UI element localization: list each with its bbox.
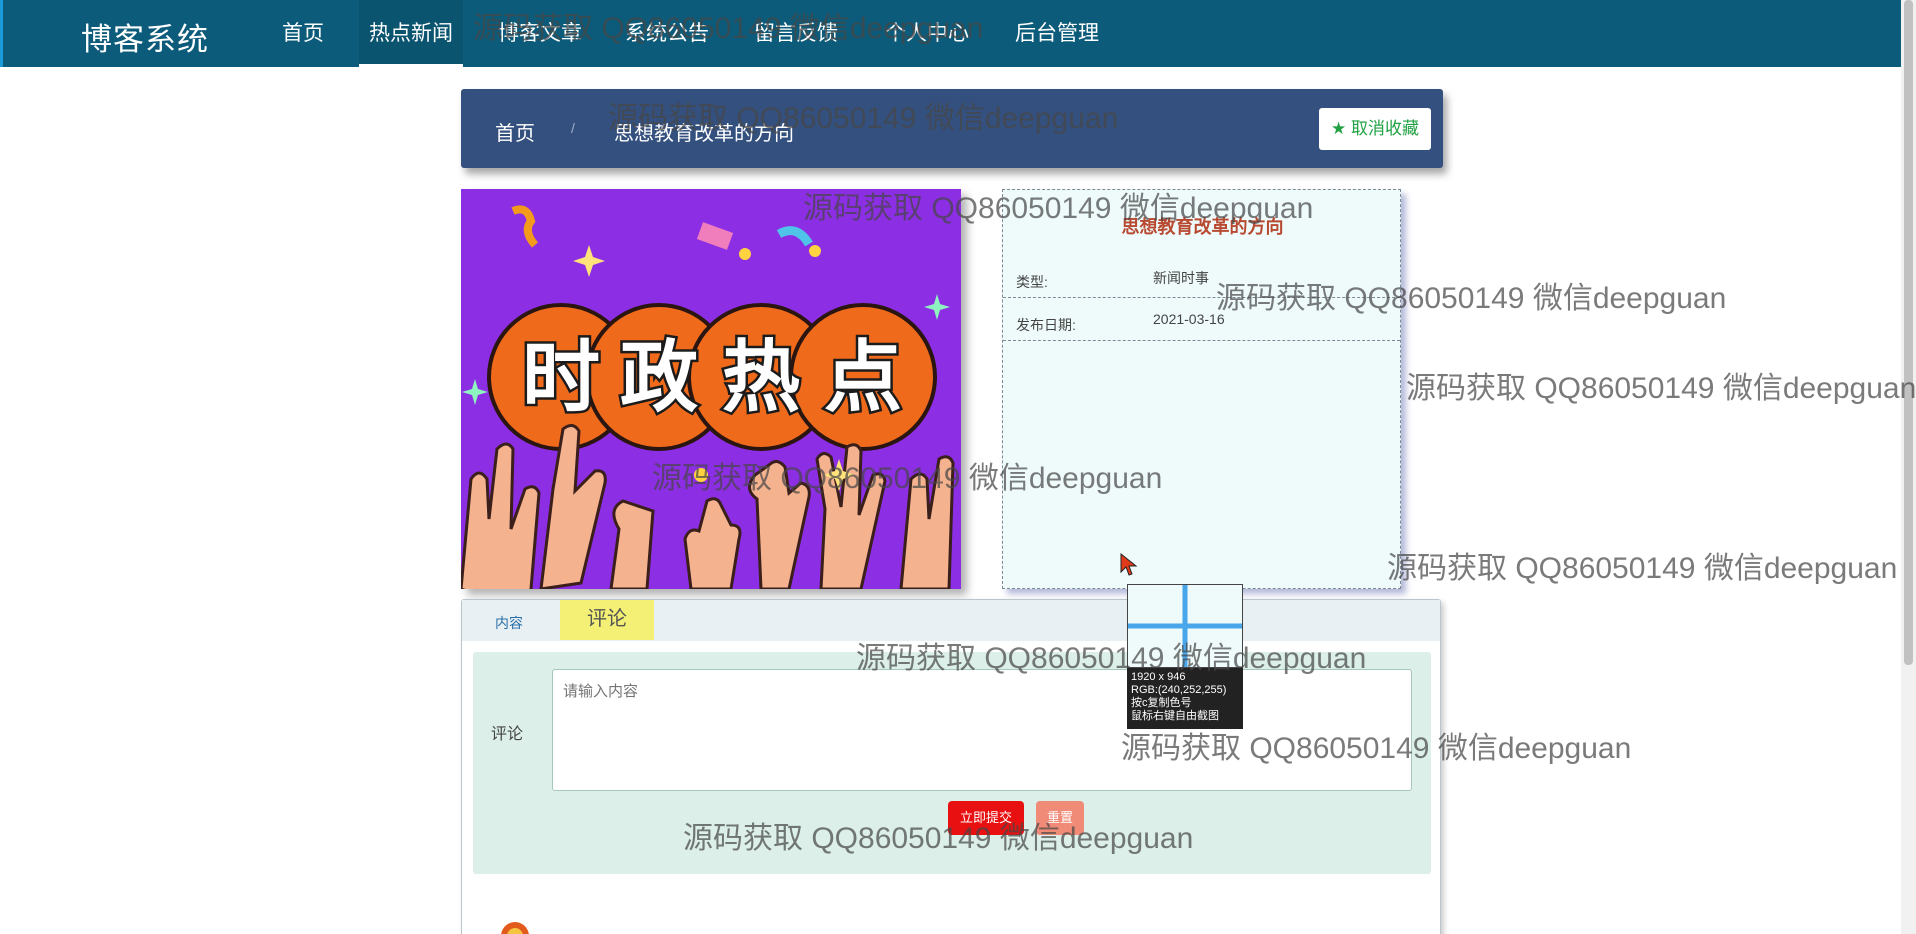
comment-label: 评论 [491, 726, 524, 743]
type-value: 新闻时事 [1153, 270, 1209, 286]
picker-info: 1920 x 946 RGB:(240,252,255) 按c复制色号 鼠标右键… [1127, 668, 1243, 729]
nav-hot-news[interactable]: 热点新闻 [359, 0, 463, 67]
watermark: 源码获取 QQ86050149 微信deepguan [1387, 552, 1898, 585]
nav-feedback[interactable]: 留言反馈 [754, 0, 838, 67]
nav-blog-articles[interactable]: 博客文章 [498, 0, 582, 67]
tab-comment[interactable]: 评论 [560, 600, 654, 640]
brand-logo[interactable]: 博客系统 [81, 14, 209, 59]
info-row-type: 类型: 新闻时事 [1003, 255, 1400, 298]
tab-bar: 内容 评论 [462, 600, 1440, 641]
date-value: 2021-03-16 [1153, 311, 1225, 327]
news-title: 思想教育改革的方向 [1121, 217, 1284, 237]
breadcrumb: 首页 / 思想教育改革的方向 ★ 取消收藏 [461, 89, 1443, 168]
news-info-panel: 思想教育改革的方向 类型: 新闻时事 发布日期: 2021-03-16 [1002, 189, 1401, 589]
date-label: 发布日期: [1016, 317, 1076, 333]
picker-hint-copy: 按c复制色号 [1131, 697, 1192, 709]
nav-announcements[interactable]: 系统公告 [625, 0, 709, 67]
picker-rgb: RGB:(240,252,255) [1131, 684, 1227, 696]
crosshair-icon [1128, 585, 1242, 667]
cover-char-1: 时 [522, 333, 600, 423]
breadcrumb-current: 思想教育改革的方向 [614, 123, 794, 145]
nav-admin[interactable]: 后台管理 [1015, 0, 1099, 67]
commenter-avatar [501, 922, 529, 934]
picker-size: 1920 x 946 [1131, 671, 1186, 683]
page-scrollbar[interactable] [1901, 0, 1916, 934]
unfavorite-label: 取消收藏 [1350, 119, 1419, 138]
breadcrumb-home[interactable]: 首页 [495, 117, 535, 146]
cover-char-2: 政 [620, 333, 698, 423]
reset-button[interactable]: 重置 [1036, 801, 1084, 835]
info-row-date: 发布日期: 2021-03-16 [1003, 298, 1400, 341]
watermark: 源码获取 QQ86050149 微信deepguan [1406, 372, 1916, 405]
detail-tabs-panel: 内容 评论 评论 立即提交 重置 [461, 599, 1441, 934]
mouse-cursor-icon [1120, 553, 1138, 576]
star-icon: ★ [1331, 119, 1347, 138]
cover-illustration: 时 政 热 点 [461, 189, 961, 589]
comment-input[interactable] [552, 669, 1412, 791]
breadcrumb-separator: / [571, 120, 575, 136]
news-cover-image: 时 政 热 点 [461, 189, 961, 589]
scrollbar-thumb[interactable] [1904, 0, 1913, 665]
picker-magnifier [1127, 584, 1243, 668]
unfavorite-button[interactable]: ★ 取消收藏 [1319, 108, 1431, 150]
tab-content[interactable]: 内容 [495, 613, 523, 633]
nav-user-center[interactable]: 个人中心 [885, 0, 969, 67]
cover-char-4: 点 [824, 333, 902, 423]
nav-home[interactable]: 首页 [282, 0, 324, 67]
picker-hint-capture: 鼠标右键自由截图 [1131, 710, 1219, 722]
cover-char-3: 热 [722, 333, 800, 423]
top-navbar: 博客系统 首页 热点新闻 博客文章 系统公告 留言反馈 个人中心 后台管理 [0, 0, 1916, 67]
comment-form: 评论 立即提交 重置 [473, 652, 1431, 874]
color-picker-overlay: 1920 x 946 RGB:(240,252,255) 按c复制色号 鼠标右键… [1127, 584, 1243, 729]
submit-button[interactable]: 立即提交 [948, 801, 1024, 835]
type-label: 类型: [1016, 274, 1048, 290]
